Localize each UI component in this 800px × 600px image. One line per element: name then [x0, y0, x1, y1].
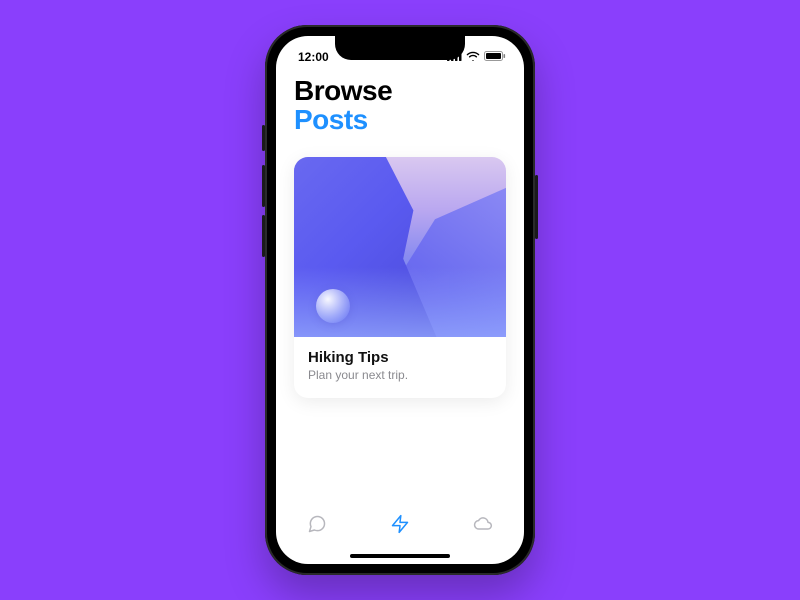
- home-indicator[interactable]: [350, 554, 450, 558]
- device-side-button: [535, 175, 538, 239]
- post-card-subtitle: Plan your next trip.: [308, 368, 492, 382]
- page-title: Browse Posts: [294, 76, 506, 135]
- battery-icon: [484, 50, 506, 64]
- tab-lightning[interactable]: [380, 506, 420, 546]
- device-notch: [335, 36, 465, 60]
- main-content: Browse Posts Hiking Tips Plan your next …: [276, 70, 524, 398]
- tab-chat[interactable]: [297, 506, 337, 546]
- post-card-body: Hiking Tips Plan your next trip.: [294, 337, 506, 398]
- page-title-line2: Posts: [294, 105, 506, 134]
- device-side-button: [262, 125, 265, 151]
- post-card-image: [294, 157, 506, 337]
- phone-screen: 12:00: [276, 36, 524, 564]
- device-side-button: [262, 215, 265, 257]
- chat-icon: [307, 514, 327, 539]
- lightning-icon: [390, 514, 410, 539]
- post-card-title: Hiking Tips: [308, 349, 492, 366]
- post-card[interactable]: Hiking Tips Plan your next trip.: [294, 157, 506, 398]
- card-avatar-orb: [316, 289, 350, 323]
- status-time: 12:00: [298, 50, 329, 64]
- phone-device-frame: 12:00: [265, 25, 535, 575]
- cloud-icon: [473, 514, 493, 539]
- page-title-line1: Browse: [294, 76, 506, 105]
- wifi-icon: [466, 50, 480, 64]
- tab-cloud[interactable]: [463, 506, 503, 546]
- device-side-button: [262, 165, 265, 207]
